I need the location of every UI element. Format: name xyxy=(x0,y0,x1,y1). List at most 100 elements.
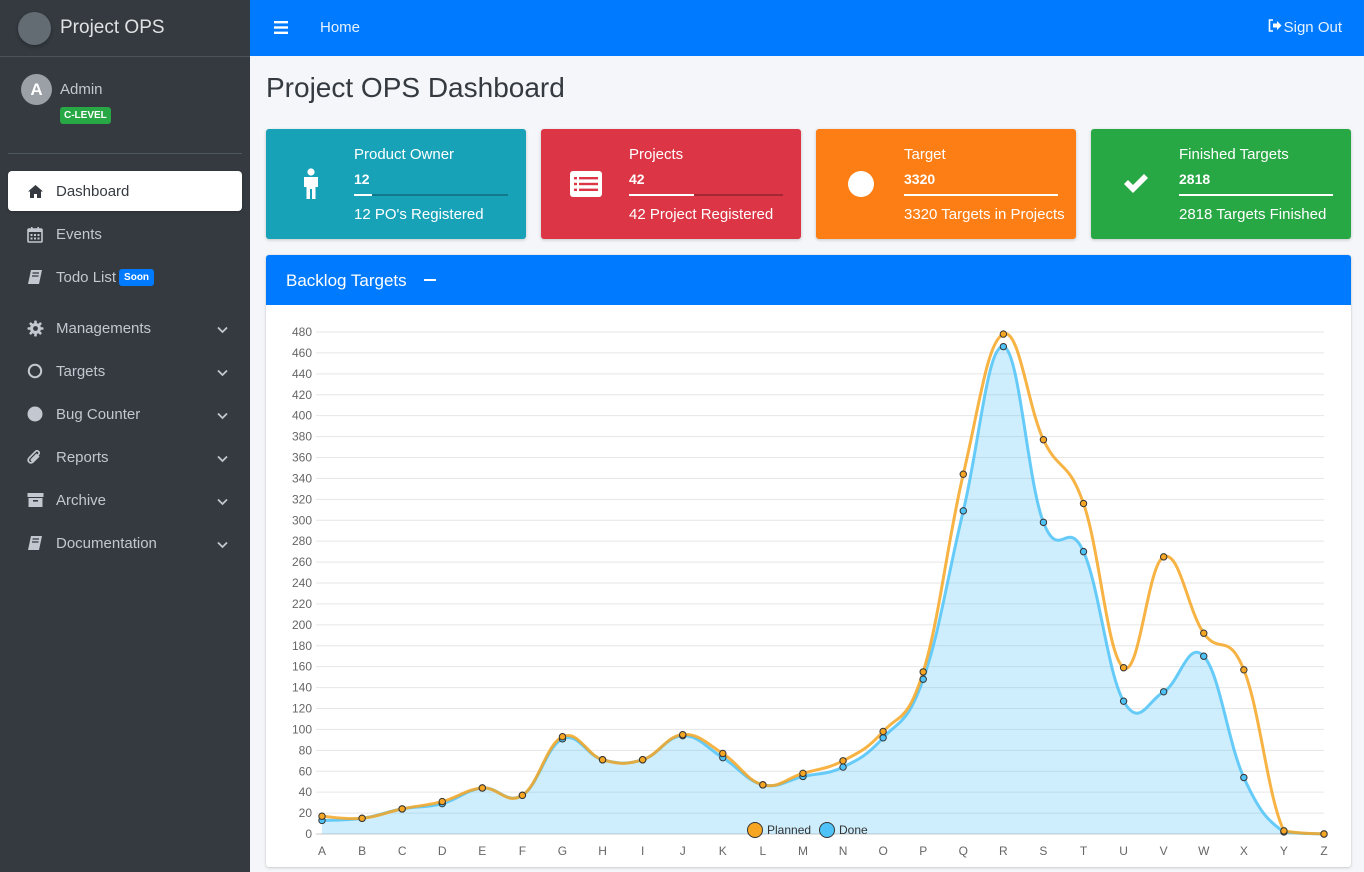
y-tick-label: 180 xyxy=(292,639,312,653)
x-tick-label: M xyxy=(798,844,808,858)
sidebar-item-todo-list[interactable]: Todo List Soon xyxy=(8,257,242,297)
top-navbar: Home Sign Out xyxy=(250,0,1364,56)
progress-fill xyxy=(629,194,694,196)
data-point-planned xyxy=(759,781,767,789)
archive-icon xyxy=(26,491,44,509)
info-box-description: 2818 Targets Finished xyxy=(1179,206,1327,223)
card-header: Backlog Targets xyxy=(266,255,1351,305)
x-tick-label: U xyxy=(1119,844,1128,858)
legend-label-done: Done xyxy=(839,823,868,837)
sidebar-item-events[interactable]: Events xyxy=(8,214,242,254)
info-box-label: Finished Targets xyxy=(1179,146,1289,163)
y-tick-label: 240 xyxy=(292,576,312,590)
card-title: Backlog Targets xyxy=(286,271,407,290)
data-point-planned xyxy=(959,470,967,478)
data-point-planned xyxy=(318,812,326,820)
collapse-icon[interactable] xyxy=(424,279,436,281)
data-point-done xyxy=(1079,547,1088,556)
menu-toggle-icon[interactable] xyxy=(274,21,288,39)
x-tick-label: G xyxy=(558,844,567,858)
chevron-down-icon xyxy=(217,407,228,424)
data-point-done xyxy=(1119,697,1128,705)
y-tick-label: 200 xyxy=(292,618,312,632)
chevron-down-icon xyxy=(217,364,228,381)
y-tick-label: 220 xyxy=(292,597,312,611)
paperclip-icon xyxy=(26,448,44,466)
data-point-planned xyxy=(598,756,607,764)
y-tick-label: 140 xyxy=(292,681,312,695)
data-point-planned xyxy=(919,668,927,676)
sidebar-item-label: Bug Counter xyxy=(56,405,141,423)
x-tick-label: V xyxy=(1160,844,1168,858)
calendar-icon xyxy=(26,225,44,243)
data-point-planned xyxy=(518,791,527,800)
data-point-done xyxy=(959,507,967,515)
soon-badge: Soon xyxy=(119,268,155,286)
series-area-done xyxy=(322,346,1324,834)
y-tick-label: 360 xyxy=(292,451,312,465)
avatar: A xyxy=(21,74,52,105)
data-point-done xyxy=(1159,688,1168,696)
backlog-chart: 0 20 40 60 80 100 120 140 160 180 200 220 240 260 280 3… xyxy=(292,325,1328,858)
info-box-label: Product Owner xyxy=(354,146,455,163)
sidebar-item-archive[interactable]: Archive xyxy=(8,480,242,520)
sidebar-item-label: Archive xyxy=(56,491,107,509)
progress-fill xyxy=(904,194,1058,196)
y-tick-label: 280 xyxy=(292,534,312,548)
data-point-planned xyxy=(558,733,567,741)
data-point-planned xyxy=(719,749,727,758)
sidebar-item-targets[interactable]: Targets xyxy=(8,351,242,391)
data-point-done xyxy=(879,734,887,742)
y-tick-label: 420 xyxy=(292,388,312,402)
progress-bar xyxy=(629,194,783,196)
sidebar-item-managements[interactable]: Managements xyxy=(8,308,242,348)
data-point-done xyxy=(1240,773,1248,782)
x-tick-label: Y xyxy=(1280,844,1288,858)
info-box-finished-targets: Finished Targets 2818 2818 Targets Finis… xyxy=(1091,129,1351,239)
info-box-number: 12 xyxy=(354,171,370,187)
data-point-planned xyxy=(1159,553,1168,561)
brand-link[interactable]: Project OPS xyxy=(0,0,250,57)
progress-bar xyxy=(1179,194,1333,196)
y-tick-label: 40 xyxy=(299,785,313,799)
data-point-planned xyxy=(999,330,1008,338)
home-icon xyxy=(26,182,44,200)
sidebar-item-label: Events xyxy=(56,225,102,243)
sidebar-item-reports[interactable]: Reports xyxy=(8,437,242,477)
person-icon xyxy=(294,167,328,201)
progress-fill xyxy=(354,194,373,196)
y-tick-label: 380 xyxy=(292,430,312,444)
circle-icon xyxy=(844,167,878,201)
sign-out-link[interactable]: Sign Out xyxy=(1268,19,1342,36)
sidebar-item-bug-counter[interactable]: Bug Counter xyxy=(8,394,242,434)
list-icon xyxy=(569,167,603,201)
info-box-product-owner: Product Owner 12 12 PO's Registered xyxy=(266,129,526,239)
y-tick-label: 300 xyxy=(292,513,312,527)
sign-out-icon xyxy=(1268,19,1282,36)
user-name[interactable]: Admin xyxy=(60,81,103,98)
book-icon xyxy=(26,534,44,552)
data-point-done xyxy=(839,763,847,771)
data-point-done xyxy=(1039,518,1048,527)
data-point-planned xyxy=(679,730,687,739)
y-tick-label: 100 xyxy=(292,722,312,736)
info-box-projects: Projects 42 42 Project Registered xyxy=(541,129,801,239)
sidebar-nav: Dashboard Events Todo List Soon Manageme… xyxy=(8,171,242,566)
book-icon xyxy=(26,268,44,286)
sidebar-item-label: Managements xyxy=(56,319,152,337)
x-tick-label: I xyxy=(641,844,644,858)
progress-fill xyxy=(1179,194,1333,196)
x-tick-label: J xyxy=(680,844,686,858)
home-link[interactable]: Home xyxy=(320,19,360,36)
sidebar-item-label: Reports xyxy=(56,448,109,466)
x-tick-label: N xyxy=(839,844,848,858)
sidebar-item-dashboard[interactable]: Dashboard xyxy=(8,171,242,211)
gear-icon xyxy=(26,319,44,337)
x-tick-label: F xyxy=(519,844,526,858)
sidebar-item-label: Dashboard xyxy=(56,182,130,200)
sidebar-item-documentation[interactable]: Documentation xyxy=(8,523,242,563)
legend-marker-done xyxy=(819,822,835,838)
x-tick-label: S xyxy=(1039,844,1047,858)
data-point-done xyxy=(999,342,1008,351)
x-tick-label: Q xyxy=(959,844,968,858)
